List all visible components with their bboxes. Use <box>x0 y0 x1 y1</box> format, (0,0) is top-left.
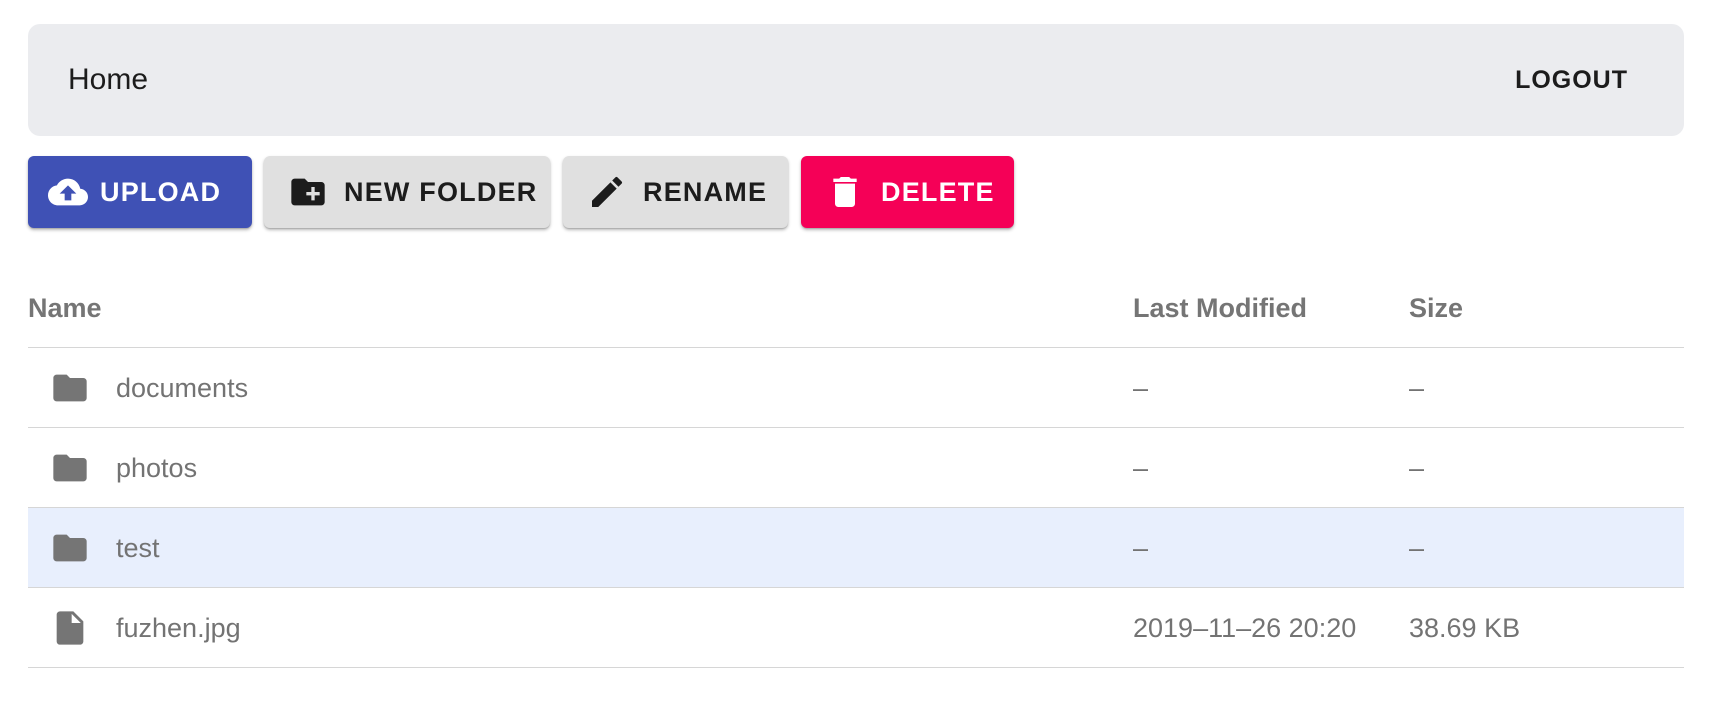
file-last-modified: 2019–11–26 20:20 <box>1133 613 1357 643</box>
logout-button[interactable]: LOGOUT <box>1515 60 1628 100</box>
rename-button-label: RENAME <box>643 176 768 207</box>
delete-button-label: DELETE <box>881 176 995 207</box>
folder-icon <box>50 368 90 408</box>
file-size: – <box>1409 533 1425 563</box>
file-name: test <box>116 533 160 563</box>
pencil-icon <box>587 172 627 212</box>
file-last-modified: – <box>1133 533 1149 563</box>
column-header-name[interactable]: Name <box>28 268 102 348</box>
file-last-modified: – <box>1133 453 1149 483</box>
table-row-selected[interactable]: test – – <box>28 508 1684 588</box>
file-size: 38.69 KB <box>1409 613 1521 643</box>
file-icon <box>50 608 90 648</box>
upload-button[interactable]: UPLOAD <box>28 156 252 228</box>
trash-icon <box>825 172 865 212</box>
file-name: photos <box>116 453 198 483</box>
file-name: fuzhen.jpg <box>116 613 241 643</box>
upload-button-label: UPLOAD <box>100 176 222 207</box>
page-title: Home <box>68 63 149 96</box>
app-bar: Home LOGOUT <box>28 24 1684 136</box>
create-new-folder-icon <box>288 172 328 212</box>
file-size: – <box>1409 373 1425 403</box>
rename-button[interactable]: RENAME <box>563 156 788 228</box>
file-manager-page: Home LOGOUT UPLOAD NEW FOLDER RENAME DEL… <box>0 0 1718 716</box>
file-last-modified: – <box>1133 373 1149 403</box>
table-row[interactable]: documents – – <box>28 348 1684 428</box>
folder-icon <box>50 448 90 488</box>
delete-button[interactable]: DELETE <box>801 156 1014 228</box>
cloud-upload-icon <box>48 172 88 212</box>
table-header: Name Last Modified Size <box>28 268 1684 348</box>
table-row[interactable]: photos – – <box>28 428 1684 508</box>
file-table: Name Last Modified Size documents – – ph… <box>28 268 1684 668</box>
new-folder-button-label: NEW FOLDER <box>344 176 538 207</box>
file-name: documents <box>116 373 249 403</box>
folder-icon <box>50 528 90 568</box>
column-header-last-modified[interactable]: Last Modified <box>1133 268 1307 348</box>
new-folder-button[interactable]: NEW FOLDER <box>264 156 550 228</box>
table-row[interactable]: fuzhen.jpg 2019–11–26 20:20 38.69 KB <box>28 588 1684 668</box>
file-size: – <box>1409 453 1425 483</box>
column-header-size[interactable]: Size <box>1409 268 1463 348</box>
